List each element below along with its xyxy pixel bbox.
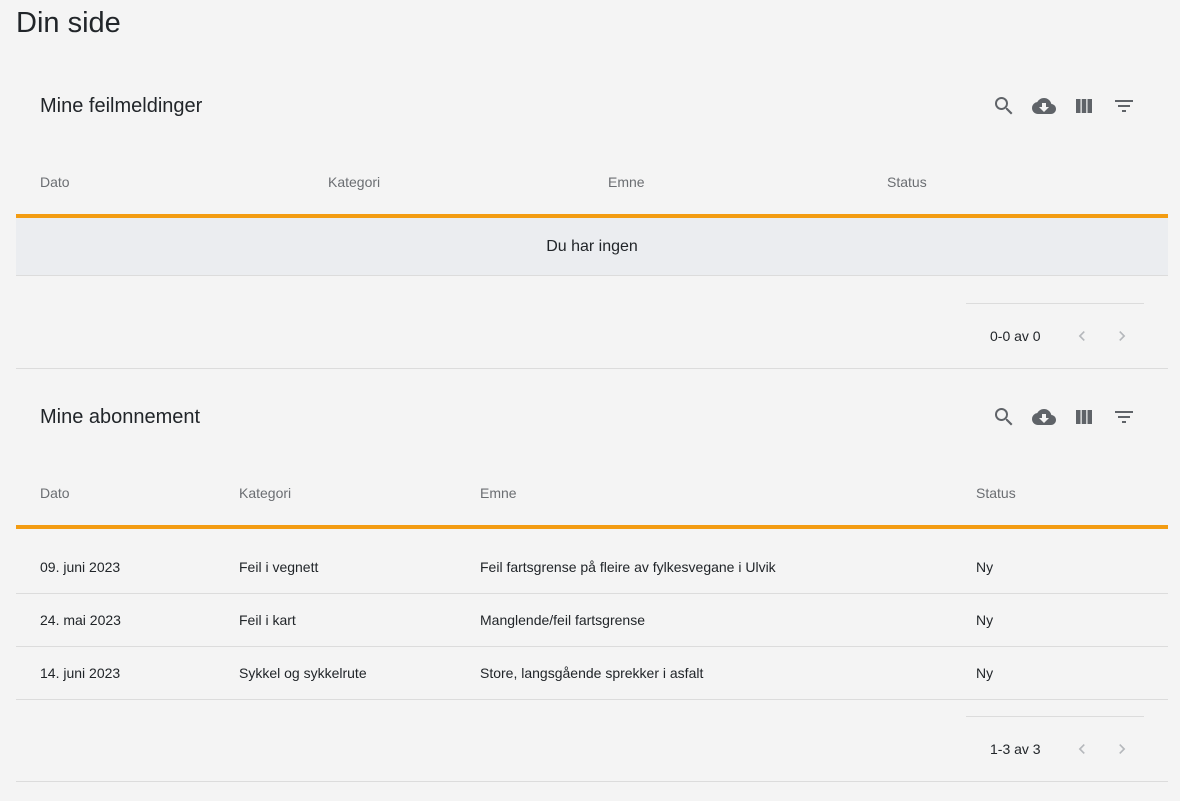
column-header-dato[interactable]: Dato xyxy=(40,150,70,214)
download-icon[interactable] xyxy=(1024,399,1064,435)
pagination-label: 1-3 av 3 xyxy=(990,741,1041,757)
table-row[interactable]: 09. juni 2023 Feil i vegnett Feil fartsg… xyxy=(16,541,1168,594)
filter-icon[interactable] xyxy=(1104,399,1144,435)
reports-table-header: Dato Kategori Emne Status xyxy=(16,150,1168,214)
column-header-status[interactable]: Status xyxy=(976,461,1016,525)
column-header-kategori[interactable]: Kategori xyxy=(239,461,291,525)
subscriptions-pagination: 1-3 av 3 xyxy=(966,716,1144,781)
cell-status: Ny xyxy=(976,612,994,628)
view-columns-icon[interactable] xyxy=(1064,88,1104,124)
table-row[interactable]: 24. mai 2023 Feil i kart Manglende/feil … xyxy=(16,594,1168,647)
subscriptions-toolbar xyxy=(984,399,1144,435)
chevron-left-icon xyxy=(1078,744,1085,754)
cell-kategori: Feil i vegnett xyxy=(239,559,319,575)
previous-page-button[interactable] xyxy=(1070,737,1094,761)
column-header-status[interactable]: Status xyxy=(887,150,927,214)
section-divider xyxy=(16,781,1168,782)
cell-dato: 09. juni 2023 xyxy=(40,559,121,575)
download-icon[interactable] xyxy=(1024,88,1064,124)
column-header-emne[interactable]: Emne xyxy=(608,150,645,214)
cell-dato: 14. juni 2023 xyxy=(40,665,121,681)
next-page-button[interactable] xyxy=(1110,737,1134,761)
cell-kategori: Sykkel og sykkelrute xyxy=(239,665,367,681)
reports-title: Mine feilmeldinger xyxy=(40,95,203,117)
cell-status: Ny xyxy=(976,665,994,681)
header-accent-bar xyxy=(16,525,1168,529)
section-divider xyxy=(16,368,1168,369)
column-header-emne[interactable]: Emne xyxy=(480,461,517,525)
search-icon[interactable] xyxy=(984,399,1024,435)
pagination-label: 0-0 av 0 xyxy=(990,328,1041,344)
cell-emne: Store, langsgående sprekker i asfalt xyxy=(480,665,704,681)
column-header-dato[interactable]: Dato xyxy=(40,461,70,525)
cell-status: Ny xyxy=(976,559,994,575)
chevron-right-icon xyxy=(1119,331,1126,341)
subscriptions-title: Mine abonnement xyxy=(40,406,201,428)
filter-icon[interactable] xyxy=(1104,88,1144,124)
previous-page-button[interactable] xyxy=(1070,324,1094,348)
reports-pagination: 0-0 av 0 xyxy=(966,303,1144,368)
cell-emne: Manglende/feil fartsgrense xyxy=(480,612,645,628)
search-icon[interactable] xyxy=(984,88,1024,124)
chevron-left-icon xyxy=(1078,331,1085,341)
view-columns-icon[interactable] xyxy=(1064,399,1104,435)
subscriptions-table-header: Dato Kategori Emne Status xyxy=(16,461,1168,525)
next-page-button[interactable] xyxy=(1110,324,1134,348)
reports-toolbar xyxy=(984,88,1144,124)
empty-state-row: Du har ingen xyxy=(16,218,1168,276)
table-row[interactable]: 14. juni 2023 Sykkel og sykkelrute Store… xyxy=(16,647,1168,700)
cell-dato: 24. mai 2023 xyxy=(40,612,121,628)
column-header-kategori[interactable]: Kategori xyxy=(328,150,380,214)
cell-kategori: Feil i kart xyxy=(239,612,296,628)
page-title: Din side xyxy=(16,7,121,39)
cell-emne: Feil fartsgrense på fleire av fylkesvega… xyxy=(480,559,776,575)
chevron-right-icon xyxy=(1119,744,1126,754)
